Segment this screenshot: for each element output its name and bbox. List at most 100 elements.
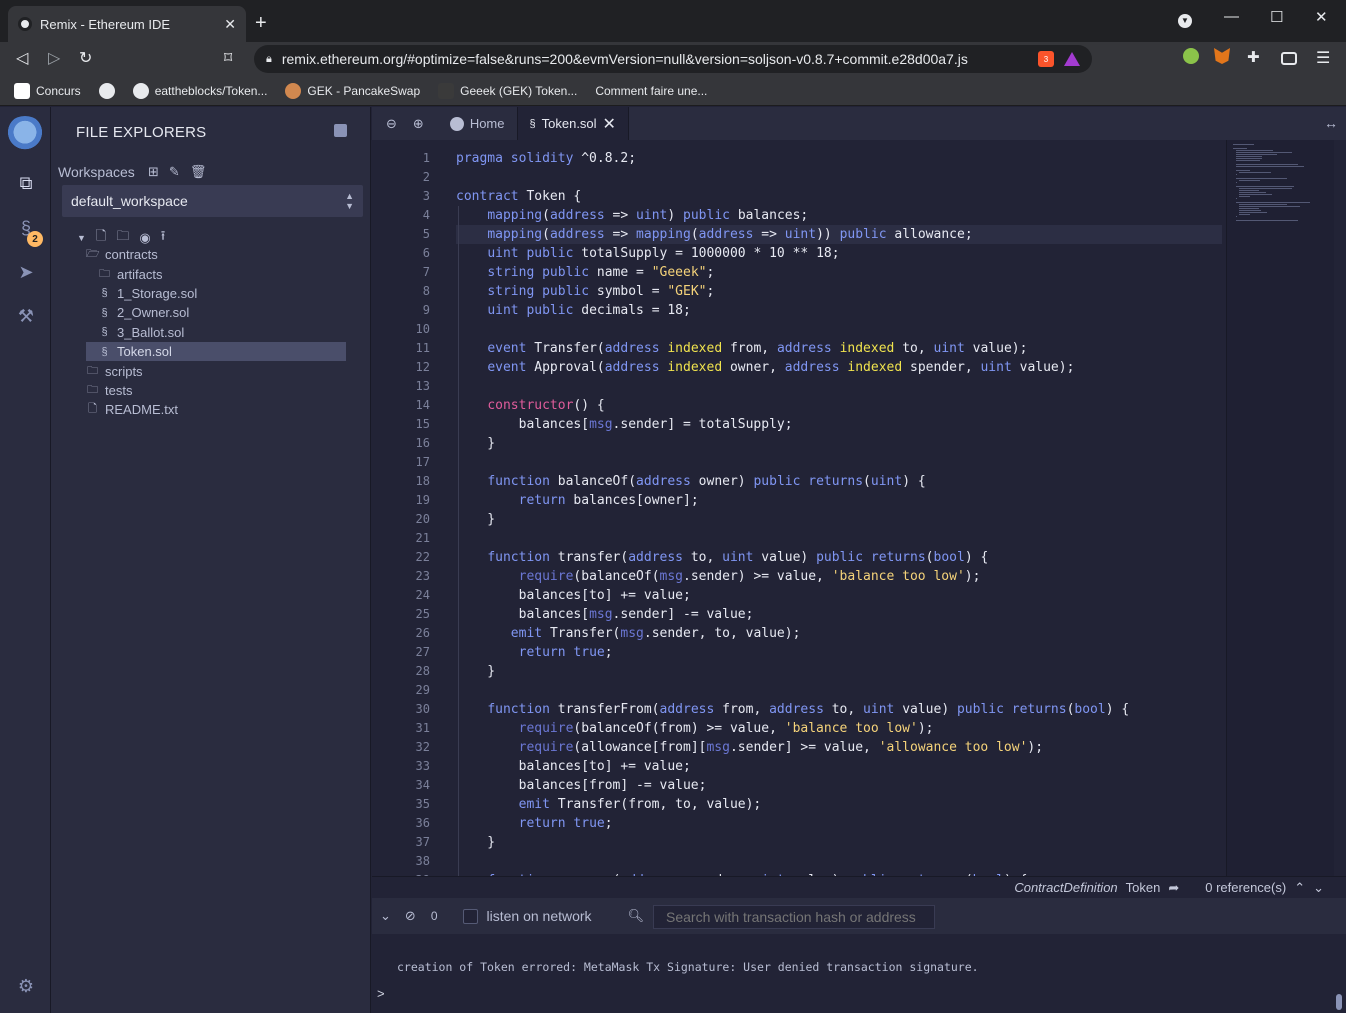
line-number: 4	[422, 208, 430, 222]
browser-tab[interactable]: Remix - Ethereum IDE ✕	[8, 6, 246, 42]
tree-file[interactable]: 🗋︎ README.txt	[86, 400, 346, 419]
file-explorer-icon[interactable]: ⧉	[13, 170, 39, 196]
terminal-scrollbar[interactable]	[1336, 994, 1342, 1010]
remix-logo-icon[interactable]	[5, 116, 45, 152]
code-line[interactable]: function transferFrom(address from, addr…	[456, 700, 1129, 719]
bookmark-item[interactable]: eattheblocks/Token...	[132, 82, 267, 99]
tree-folder[interactable]: 🗀︎ scripts	[86, 361, 346, 380]
code-line[interactable]: event Approval(address indexed owner, ad…	[456, 358, 1074, 377]
code-line[interactable]: return true;	[456, 814, 613, 833]
collapse-terminal-icon[interactable]: ⌄	[380, 908, 391, 924]
tree-file[interactable]: § 2_Owner.sol	[86, 303, 346, 322]
code-lines[interactable]: pragma solidity ^0.8.2; contract Token { …	[456, 140, 1222, 876]
code-editor[interactable]: 1 2 3 4 5 6 7 8 9 10 11 12 13 14 15 16 17 18 19 20 21 22 23 24 2…	[372, 140, 1346, 876]
code-line[interactable]: }	[456, 833, 495, 852]
code-line[interactable]: contract Token {	[456, 187, 581, 206]
zoom-in-icon[interactable]: ⊕	[405, 107, 438, 140]
bookmark-icon[interactable]: ⌑	[224, 48, 232, 68]
code-line[interactable]: }	[456, 510, 495, 529]
code-line[interactable]: uint public totalSupply = 1000000 * 10 *…	[456, 244, 839, 263]
github-icon[interactable]: ◉	[139, 230, 150, 246]
bookmark-item[interactable]: Geeek (GEK) Token...	[438, 82, 577, 99]
code-line[interactable]: require(balanceOf(msg.sender) >= value, …	[456, 567, 981, 586]
chevron-up-icon[interactable]: ⌃	[1294, 880, 1305, 896]
terminal-prompt[interactable]: >	[377, 986, 385, 1001]
tree-file[interactable]: § 3_Ballot.sol	[86, 323, 346, 342]
code-line[interactable]: return true;	[456, 643, 613, 662]
new-tab-icon[interactable]: +	[255, 12, 267, 35]
delete-workspace-icon[interactable]: 🗑︎	[190, 164, 207, 180]
code-line[interactable]: event Transfer(address indexed from, add…	[456, 339, 1027, 358]
caret-down-icon[interactable]: ▼	[77, 233, 86, 243]
zoom-out-icon[interactable]: ⊖	[372, 107, 405, 140]
close-tab-icon[interactable]: ✕	[224, 16, 236, 33]
code-line[interactable]: function balanceOf(address owner) public…	[456, 472, 925, 491]
wallet-icon[interactable]	[1281, 52, 1297, 65]
extension-green-icon[interactable]	[1183, 48, 1199, 64]
listen-network-checkbox[interactable]	[462, 908, 478, 924]
tab-home[interactable]: Home	[438, 107, 517, 140]
code-line[interactable]: }	[456, 662, 495, 681]
code-line[interactable]: mapping(address => uint) public balances…	[456, 206, 808, 225]
code-token: symbol =	[596, 284, 668, 299]
code-line[interactable]: require(allowance[from][msg.sender] >= v…	[456, 738, 1043, 757]
chevron-down-icon[interactable]: ⌄	[1313, 880, 1324, 896]
code-line[interactable]: constructor() {	[456, 396, 604, 415]
extensions-puzzle-icon[interactable]: ✚	[1247, 48, 1260, 66]
code-line[interactable]: uint public decimals = 18;	[456, 301, 691, 320]
clear-console-icon[interactable]: ⊘	[405, 908, 416, 924]
back-icon[interactable]: ◁	[16, 48, 28, 68]
goto-definition-icon[interactable]: ➦	[1168, 880, 1179, 896]
code-line[interactable]: emit Transfer(from, to, value);	[456, 795, 762, 814]
workspace-select[interactable]: default_workspace ▲ ▼	[62, 185, 363, 217]
forward-icon[interactable]: ▷	[48, 48, 60, 68]
code-line[interactable]: balances[msg.sender] -= value;	[456, 605, 754, 624]
settings-gear-icon[interactable]: ⚙	[13, 973, 39, 999]
metamask-fox-icon[interactable]	[1214, 48, 1230, 64]
code-line[interactable]: return balances[owner];	[456, 491, 699, 510]
code-line[interactable]: emit Transfer(msg.sender, to, value);	[456, 624, 801, 643]
reload-icon[interactable]: ↻	[79, 48, 92, 68]
plugin-manager-icon[interactable]: ⚒	[13, 303, 39, 329]
code-line[interactable]: balances[to] += value;	[456, 757, 691, 776]
expand-panel-icon[interactable]: ↔	[1324, 115, 1338, 131]
terminal-output[interactable]: creation of Token errored: MetaMask Tx S…	[372, 934, 1346, 1013]
tree-file[interactable]: § Token.sol	[86, 341, 346, 362]
close-window-icon[interactable]: ✕	[1315, 8, 1328, 26]
code-line[interactable]: balances[to] += value;	[456, 586, 691, 605]
menu-icon[interactable]: ☰	[1316, 48, 1330, 68]
panel-menu-icon[interactable]	[334, 124, 347, 137]
code-line[interactable]: require(balanceOf(from) >= value, 'balan…	[456, 719, 934, 738]
brave-shield-icon[interactable]: 3	[1038, 51, 1054, 67]
bookmark-item[interactable]: Concurs	[14, 82, 81, 99]
minimize-icon[interactable]: —	[1224, 8, 1239, 25]
tx-search-input[interactable]	[653, 905, 935, 929]
minimap[interactable]	[1226, 140, 1334, 876]
brave-rewards-icon[interactable]	[1064, 52, 1080, 66]
tree-folder[interactable]: 🗀︎ tests	[86, 381, 346, 400]
editor-scrollbar[interactable]	[1334, 142, 1344, 872]
tab-search-icon[interactable]: ▼	[1178, 14, 1192, 28]
rename-workspace-icon[interactable]: ✎	[169, 164, 180, 180]
deploy-run-icon[interactable]: ➤	[13, 259, 39, 285]
bookmark-item[interactable]	[98, 82, 115, 99]
bookmark-item[interactable]: Comment faire une...	[595, 84, 707, 98]
url-text[interactable]: remix.ethereum.org/#optimize=false&runs=…	[282, 51, 1028, 67]
tree-folder[interactable]: 🗀︎ artifacts	[86, 264, 346, 283]
address-bar[interactable]: 🔒︎ remix.ethereum.org/#optimize=false&ru…	[254, 45, 1092, 73]
code-line[interactable]: pragma solidity ^0.8.2;	[456, 149, 636, 168]
maximize-icon[interactable]: ☐	[1270, 8, 1283, 26]
code-line[interactable]: balances[msg.sender] = totalSupply;	[456, 415, 793, 434]
code-line[interactable]: }	[456, 434, 495, 453]
create-workspace-icon[interactable]: ⊞	[148, 164, 159, 180]
code-line[interactable]: mapping(address => mapping(address => ui…	[456, 225, 972, 244]
code-line[interactable]: string public name = "Geeek";	[456, 263, 714, 282]
code-line[interactable]: function transfer(address to, uint value…	[456, 548, 988, 567]
bookmark-item[interactable]: GEK - PancakeSwap	[285, 82, 420, 99]
code-line[interactable]: string public symbol = "GEK";	[456, 282, 714, 301]
tree-folder[interactable]: 🗁︎ contracts	[86, 245, 346, 264]
code-line[interactable]: balances[from] -= value;	[456, 776, 707, 795]
tab-token-sol[interactable]: § Token.sol ✕	[516, 107, 629, 140]
tree-file[interactable]: § 1_Storage.sol	[86, 284, 346, 303]
close-tab-token-icon[interactable]: ✕	[603, 114, 616, 134]
